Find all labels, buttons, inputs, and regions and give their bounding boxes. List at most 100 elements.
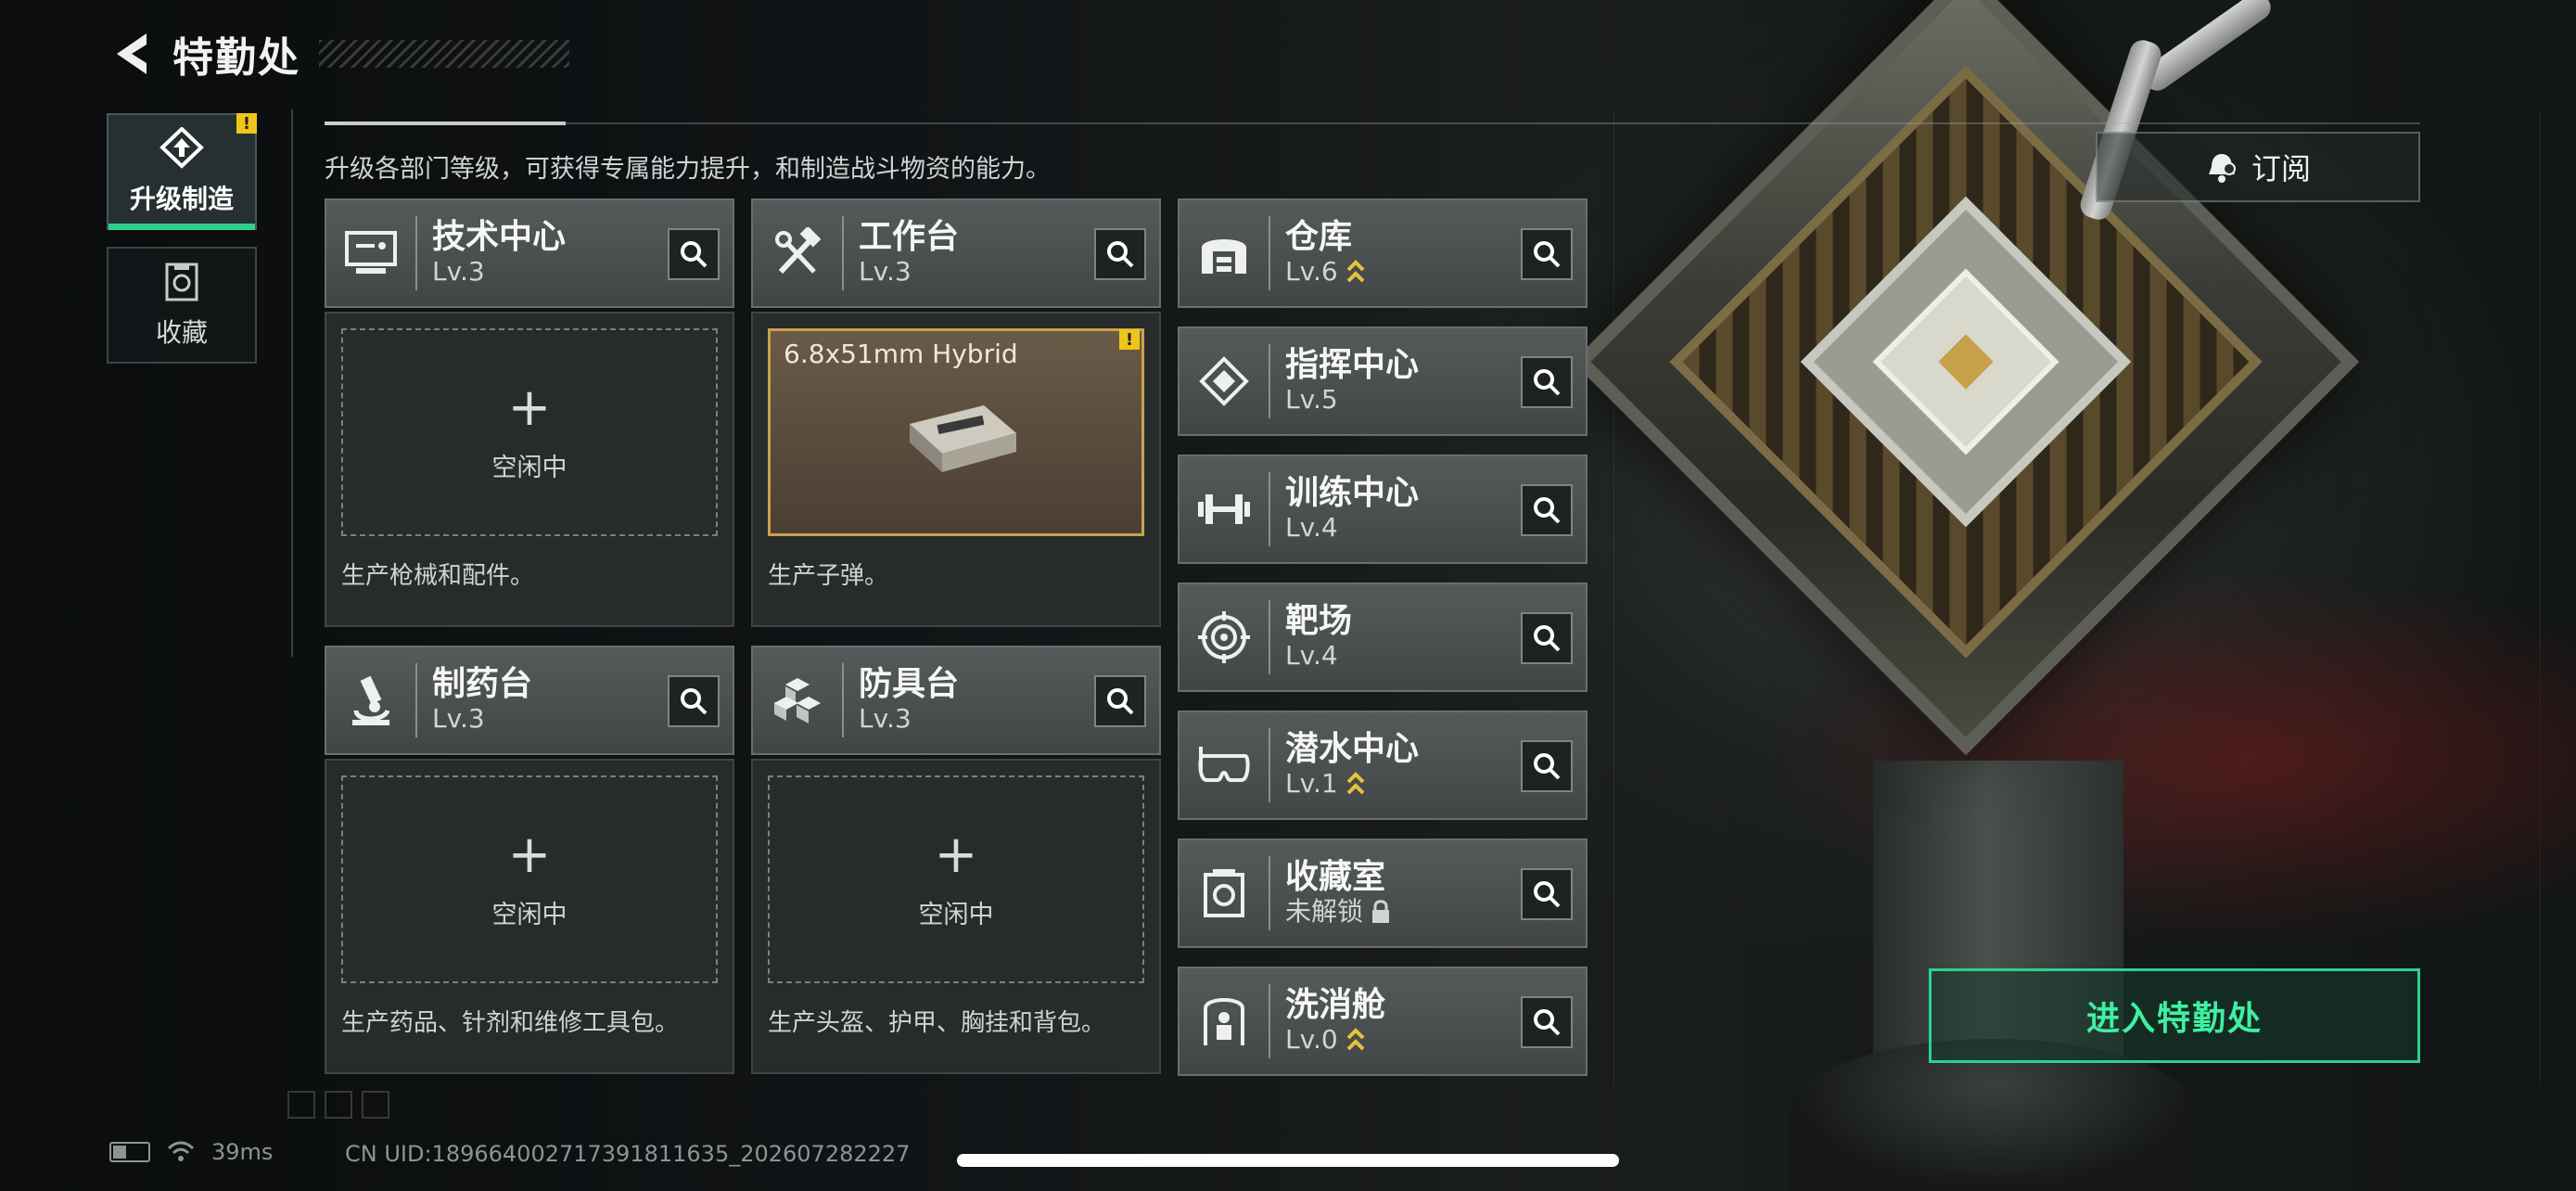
dept-level: Lv.5 (1285, 384, 1338, 415)
subscribe-label: 订阅 (2251, 151, 2311, 186)
search-icon (1534, 625, 1561, 652)
dept-level: Lv.3 (859, 703, 912, 734)
dept-description: 生产头盔、护甲、胸挂和背包。 (768, 1009, 1106, 1037)
dept-card-decon-chamber[interactable]: 洗消舱 Lv.0 (1178, 967, 1588, 1076)
search-button[interactable] (668, 228, 720, 280)
microscope-icon (352, 675, 390, 725)
bottom-decoration (287, 1091, 389, 1119)
dept-card-shooting-range[interactable]: 靶场 Lv.4 (1178, 583, 1588, 692)
dept-card-tech-center[interactable]: 技术中心 Lv.3 (325, 198, 734, 308)
dept-level: Lv.0 (1285, 1024, 1338, 1055)
hammer-wrench-icon (775, 227, 822, 275)
search-button[interactable] (1521, 356, 1573, 408)
dept-card-collection-room[interactable]: 收藏室 未解锁 (1178, 839, 1588, 948)
dept-level: Lv.1 (1285, 768, 1338, 799)
collection-icon (165, 263, 198, 301)
back-button[interactable] (104, 24, 159, 83)
search-icon (1534, 241, 1561, 268)
search-icon (1534, 497, 1561, 524)
dept-card-command-center[interactable]: 指挥中心 Lv.5 (1178, 327, 1588, 436)
production-slot-active[interactable]: 6.8x51mm Hybrid ! (768, 328, 1144, 536)
home-indicator[interactable] (957, 1154, 1619, 1167)
dept-body-tech-center: + 空闲中 生产枪械和配件。 (325, 312, 734, 627)
dept-level: Lv.3 (432, 256, 485, 287)
dept-card-training-center[interactable]: 训练中心 Lv.4 (1178, 455, 1588, 564)
dept-level: Lv.4 (1285, 512, 1338, 543)
upgrade-build-icon (159, 127, 204, 169)
dept-card-warehouse[interactable]: 仓库 Lv.6 (1178, 198, 1588, 308)
dept-card-workbench[interactable]: 工作台 Lv.3 (751, 198, 1161, 308)
lock-icon (1372, 900, 1390, 923)
production-slot[interactable]: + 空闲中 (341, 328, 718, 536)
dept-level: 未解锁 (1285, 896, 1364, 927)
dept-name: 收藏室 (1285, 858, 1386, 896)
dept-description: 生产枪械和配件。 (341, 562, 535, 590)
plus-icon: + (934, 824, 978, 885)
tab-active-indicator (108, 224, 255, 230)
search-icon (681, 688, 708, 715)
bell-subscribe-icon (2208, 154, 2236, 183)
search-icon (1534, 881, 1561, 908)
slot-status: 空闲中 (491, 453, 567, 482)
tab-collection[interactable]: 收藏 (107, 247, 257, 364)
search-button[interactable] (1521, 996, 1573, 1048)
page-description: 升级各部门等级，可获得专属能力提升，和制造战斗物资的能力。 (325, 155, 1051, 184)
back-arrow-icon (117, 33, 147, 74)
production-slot[interactable]: + 空闲中 (341, 775, 718, 983)
dept-name: 技术中心 (432, 218, 567, 256)
search-icon (1534, 753, 1561, 780)
dept-name: 潜水中心 (1285, 730, 1420, 768)
search-icon (1534, 369, 1561, 396)
monitor-icon (345, 231, 397, 274)
search-button[interactable] (1094, 228, 1146, 280)
subscribe-button[interactable]: 订阅 (2096, 132, 2420, 202)
page-header: 特勤处 (104, 24, 569, 83)
warning-badge: ! (236, 113, 257, 134)
warehouse-icon (1202, 239, 1246, 274)
warning-badge: ! (1119, 329, 1140, 350)
slot-status: 空闲中 (491, 900, 567, 929)
dept-level: Lv.4 (1285, 640, 1338, 671)
enter-special-ops-button[interactable]: 进入特勤处 (1929, 968, 2420, 1063)
search-button[interactable] (1521, 484, 1573, 536)
plus-icon: + (507, 377, 552, 438)
divider (291, 109, 293, 657)
search-button[interactable] (1521, 868, 1573, 920)
dept-name: 工作台 (859, 218, 960, 256)
dept-name: 靶场 (1285, 602, 1353, 640)
battery-icon (109, 1142, 150, 1162)
dept-name: 防具台 (859, 665, 960, 703)
tab-collection-label: 收藏 (155, 317, 208, 348)
cubes-icon (774, 678, 821, 724)
ping-value: 39ms (211, 1139, 274, 1165)
dept-level: Lv.3 (859, 256, 912, 287)
dept-card-pharmacy[interactable]: 制药台 Lv.3 (325, 646, 734, 755)
production-slot[interactable]: + 空闲中 (768, 775, 1144, 983)
title-decoration (319, 40, 569, 68)
diving-mask-icon (1198, 747, 1250, 782)
plus-icon: + (507, 824, 552, 885)
tab-upgrade-build-label: 升级制造 (129, 184, 234, 214)
upgrade-available-icon (1346, 260, 1365, 283)
search-icon (681, 241, 708, 268)
producing-item-name: 6.8x51mm Hybrid (784, 339, 1018, 369)
ammo-box-icon (910, 405, 1016, 472)
search-button[interactable] (668, 675, 720, 727)
dumbbell-icon (1198, 494, 1250, 524)
dept-body-workbench: 6.8x51mm Hybrid ! 生产子弹。 (751, 312, 1161, 627)
search-button[interactable] (1094, 675, 1146, 727)
dept-card-armor[interactable]: 防具台 Lv.3 (751, 646, 1161, 755)
search-button[interactable] (1521, 740, 1573, 792)
dept-card-diving-center[interactable]: 潜水中心 Lv.1 (1178, 711, 1588, 820)
search-button[interactable] (1521, 612, 1573, 664)
dept-level: Lv.3 (432, 703, 485, 734)
dept-body-pharmacy: + 空闲中 生产药品、针剂和维修工具包。 (325, 759, 734, 1074)
dept-name: 制药台 (432, 665, 533, 703)
upgrade-available-icon (1346, 1028, 1365, 1051)
decon-icon (1204, 998, 1244, 1045)
tab-upgrade-build[interactable]: 升级制造 ! (107, 113, 257, 230)
dept-body-armor: + 空闲中 生产头盔、护甲、胸挂和背包。 (751, 759, 1161, 1074)
page-title: 特勤处 (172, 34, 300, 82)
search-button[interactable] (1521, 228, 1573, 280)
chip-icon (1199, 356, 1249, 406)
